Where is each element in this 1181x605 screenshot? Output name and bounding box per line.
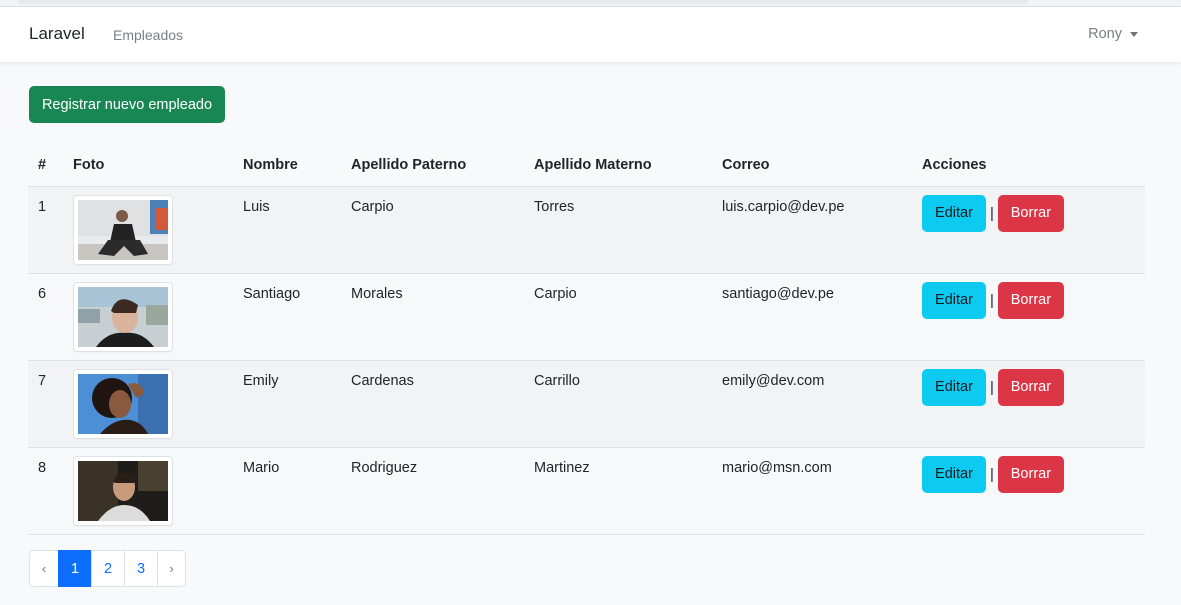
row-photo [63, 273, 233, 361]
header-correo: Correo [712, 145, 912, 187]
header-apellido-materno: Apellido Materno [524, 145, 712, 187]
row-photo [63, 186, 233, 274]
header-foto: Foto [63, 145, 233, 187]
pagination: ‹ 1 2 3 › [29, 550, 186, 587]
browser-address-bar [18, 0, 1028, 4]
edit-button[interactable]: Editar [922, 455, 986, 493]
row-id: 6 [28, 273, 63, 361]
row-apellido-paterno: Cardenas [341, 360, 524, 448]
edit-button[interactable]: Editar [922, 281, 986, 319]
pagination-page-3[interactable]: 3 [124, 550, 158, 587]
delete-button[interactable]: Borrar [997, 194, 1064, 232]
nav-link-empleados[interactable]: Empleados [113, 27, 183, 43]
employee-photo [73, 368, 173, 439]
row-actions: Editar | Borrar [912, 273, 1145, 361]
row-id: 7 [28, 360, 63, 448]
action-separator: | [990, 378, 994, 396]
navbar: Laravel Empleados Rony [0, 7, 1181, 62]
header-id: # [28, 145, 63, 187]
row-apellido-paterno: Carpio [341, 186, 524, 274]
row-nombre: Luis [233, 186, 341, 274]
row-correo: luis.carpio@dev.pe [712, 186, 912, 274]
employee-photo-image [78, 286, 168, 347]
edit-button[interactable]: Editar [922, 194, 986, 232]
row-correo: emily@dev.com [712, 360, 912, 448]
employees-table: # Foto Nombre Apellido Paterno Apellido … [28, 145, 1145, 535]
row-id: 1 [28, 186, 63, 274]
employee-photo-image [78, 199, 168, 260]
row-apellido-paterno: Rodriguez [341, 447, 524, 535]
edit-button[interactable]: Editar [922, 368, 986, 406]
row-apellido-materno: Carrillo [524, 360, 712, 448]
delete-button[interactable]: Borrar [997, 281, 1064, 319]
table-header-row: # Foto Nombre Apellido Paterno Apellido … [28, 145, 1145, 187]
delete-button[interactable]: Borrar [997, 455, 1064, 493]
employee-photo-image [78, 373, 168, 434]
table-row: 6 Santiago Morales Carpio santiago@dev.p… [28, 273, 1145, 361]
row-apellido-paterno: Morales [341, 273, 524, 361]
user-dropdown[interactable]: Rony [1088, 26, 1138, 42]
delete-button[interactable]: Borrar [997, 368, 1064, 406]
row-photo [63, 360, 233, 448]
row-nombre: Santiago [233, 273, 341, 361]
row-nombre: Emily [233, 360, 341, 448]
row-correo: mario@msn.com [712, 447, 912, 535]
action-separator: | [990, 291, 994, 309]
employee-photo [73, 281, 173, 352]
pagination-next[interactable]: › [157, 550, 186, 587]
header-nombre: Nombre [233, 145, 341, 187]
browser-top-strip [0, 0, 1181, 7]
row-apellido-materno: Torres [524, 186, 712, 274]
user-name: Rony [1088, 26, 1122, 42]
table-row: 7 Emily Cardenas Carrillo emily@dev.com [28, 360, 1145, 448]
row-apellido-materno: Martinez [524, 447, 712, 535]
pagination-page-2[interactable]: 2 [91, 550, 125, 587]
row-nombre: Mario [233, 447, 341, 535]
row-actions: Editar | Borrar [912, 447, 1145, 535]
navbar-brand[interactable]: Laravel [29, 24, 85, 44]
table-row: 8 Mario Rodriguez Martinez mario@msn.com [28, 447, 1145, 535]
header-apellido-paterno: Apellido Paterno [341, 145, 524, 187]
row-actions: Editar | Borrar [912, 360, 1145, 448]
employee-photo [73, 455, 173, 526]
row-correo: santiago@dev.pe [712, 273, 912, 361]
chevron-down-icon [1130, 31, 1138, 37]
row-photo [63, 447, 233, 535]
pagination-prev[interactable]: ‹ [29, 550, 59, 587]
table-row: 1 Luis Carpio Torres luis.carpio@dev.pe … [28, 186, 1145, 274]
action-separator: | [990, 204, 994, 222]
employee-photo [73, 194, 173, 265]
pagination-page-1[interactable]: 1 [58, 550, 92, 587]
action-separator: | [990, 465, 994, 483]
row-actions: Editar | Borrar [912, 186, 1145, 274]
row-apellido-materno: Carpio [524, 273, 712, 361]
employee-photo-image [78, 460, 168, 521]
register-employee-button[interactable]: Registrar nuevo empleado [29, 86, 225, 123]
header-acciones: Acciones [912, 145, 1145, 187]
row-id: 8 [28, 447, 63, 535]
